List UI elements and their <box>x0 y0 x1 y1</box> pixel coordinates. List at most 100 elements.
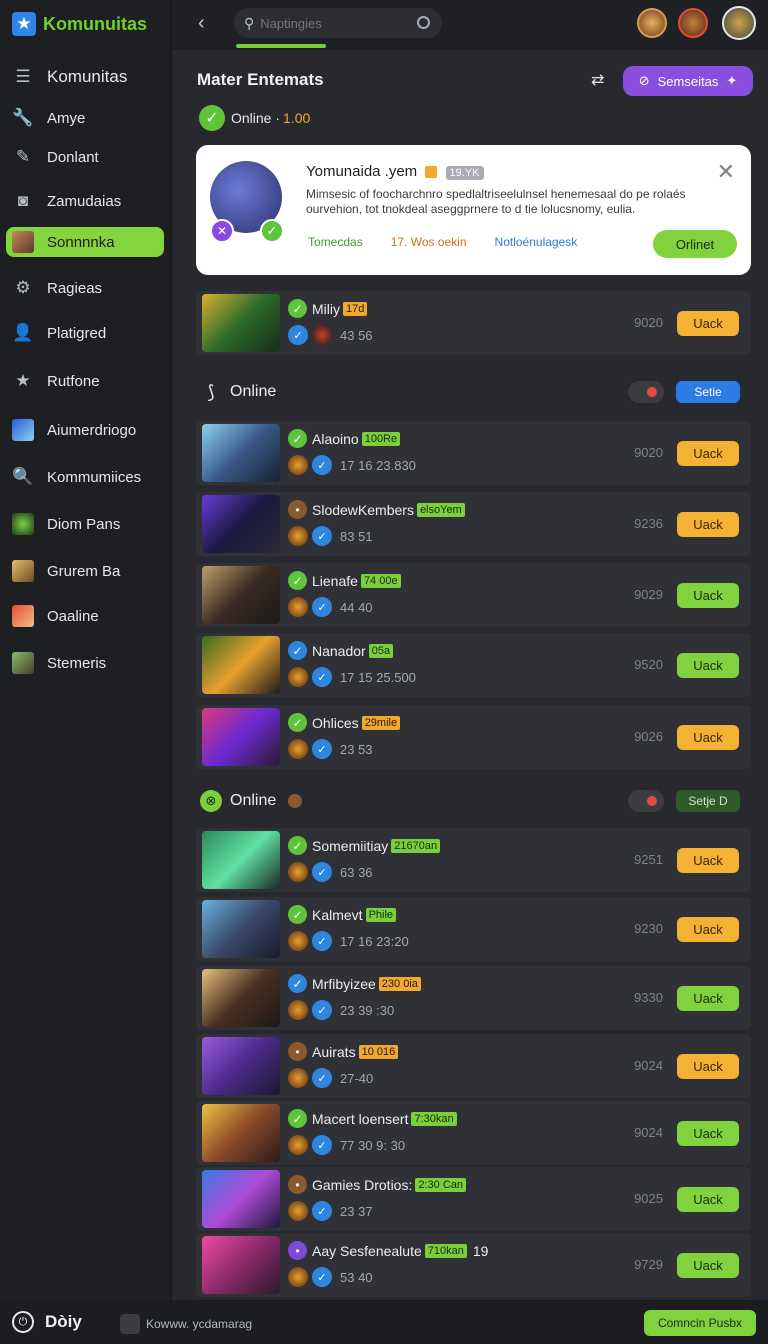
list-item[interactable]: ✓ Mrfibyizee 230 0ia ✓ 23 39 :30 9330 Uack <box>196 966 751 1030</box>
setje-button[interactable]: Setje D <box>676 790 740 812</box>
sidebar-item-komunitas[interactable]: ☰ Komunitas <box>6 62 164 92</box>
game-thumbnail <box>202 1170 280 1228</box>
semseitas-button[interactable]: ⊘ Semseitas ✦ <box>623 66 753 96</box>
edit-icon: ✎ <box>15 147 31 166</box>
item-meta-text: 77 30 9: 30 <box>340 1137 406 1153</box>
list-item[interactable]: ✓ Ohlices 29mile ✓ 23 53 9026 Uack <box>196 705 751 769</box>
verified-icon: ✓ <box>288 325 308 345</box>
list-item[interactable]: ✓ Nanador 05a ✓ 17 15 25.500 9520 Uack <box>196 633 751 697</box>
list-item[interactable]: ✓ Lienafe 74 00e ✓ 44 40 9029 Uack <box>196 563 751 627</box>
avatar-thumb-icon <box>12 231 34 253</box>
avatar-mini <box>288 526 308 546</box>
sidebar-item-platigred[interactable]: 👤 Platigred <box>6 318 164 348</box>
item-name-text: Auirats <box>312 1043 356 1060</box>
gear-icon: ⚙ <box>15 278 31 297</box>
avatar-mini <box>288 667 308 687</box>
check-icon: ✓ <box>288 299 307 318</box>
sidebar-item-zamudaias[interactable]: ◙ Zamudaias <box>6 186 164 216</box>
list-item[interactable]: • Aay Sesfenealute 710kan 19 ✓ 53 40 9729 Uack <box>196 1233 751 1297</box>
camera-icon: ◙ <box>17 191 29 210</box>
avatar-mini <box>288 1267 308 1287</box>
footer-url[interactable]: Kowww. ycdamarag <box>120 1314 252 1334</box>
sidebar-item-rutfone[interactable]: ★ Rutfone <box>6 366 164 396</box>
uack-button[interactable]: Uack <box>677 1121 739 1146</box>
section-toggle[interactable] <box>628 790 664 812</box>
item-badge: 29mile <box>361 715 401 730</box>
list-item[interactable]: ✓ Kalmevt Phile ✓ 17 16 23:20 9230 Uack <box>196 897 751 961</box>
item-badge: 17d <box>343 301 368 316</box>
status-dot-icon <box>288 794 303 808</box>
close-icon[interactable]: ✕ <box>717 159 735 185</box>
back-arrow-icon[interactable]: ‹ <box>198 12 205 35</box>
item-number: 9330 <box>634 990 663 1005</box>
uack-button[interactable]: Uack <box>677 512 739 537</box>
status-icon: ✓ <box>288 974 307 993</box>
sidebar-item-sonnnnka[interactable]: Sonnnnka <box>6 227 164 257</box>
setie-button[interactable]: Setie <box>676 381 740 403</box>
sidebar-item-ragieas[interactable]: ⚙ Ragieas <box>6 273 164 303</box>
item-meta-text: 23 53 <box>340 741 373 757</box>
user-icon: 👤 <box>12 323 34 342</box>
item-meta-text: 23 37 <box>340 1203 373 1219</box>
sidebar-item-label: Ragieas <box>47 279 103 297</box>
uack-button[interactable]: Uack <box>677 848 739 873</box>
search-input[interactable] <box>260 15 401 31</box>
uack-button[interactable]: Uack <box>677 917 739 942</box>
search-box[interactable]: ⚲ <box>234 8 442 38</box>
item-number: 9236 <box>634 516 663 531</box>
item-meta-text: 23 39 :30 <box>340 1002 395 1018</box>
item-badge: Phile <box>365 907 397 922</box>
uack-button[interactable]: Uack <box>677 1253 739 1278</box>
uack-button[interactable]: Uack <box>677 583 739 608</box>
section-header-online: ⟆ Online Setie <box>200 377 750 407</box>
uack-button[interactable]: Uack <box>677 441 739 466</box>
section-toggle[interactable] <box>628 381 664 403</box>
uack-button[interactable]: Uack <box>677 1054 739 1079</box>
sync-icon[interactable]: ⇄ <box>591 70 604 90</box>
xbox-icon: ⊗ <box>200 790 222 812</box>
profile-avatar[interactable] <box>722 6 756 40</box>
list-item[interactable]: ✓ Macert loensert 7:30kan ✓ 77 30 9: 30 9024 U… <box>196 1101 751 1165</box>
item-badge: 100Re <box>361 431 401 446</box>
power-icon[interactable]: ⏻ <box>12 1311 34 1333</box>
orlinet-button[interactable]: Orlinet <box>653 230 737 258</box>
voice-icon[interactable] <box>417 16 430 29</box>
sidebar-item-stemeris[interactable]: Stemeris <box>6 648 164 678</box>
avatar-mini <box>288 862 308 882</box>
sidebar-item-kommumiices[interactable]: 🔍 Kommumiices <box>6 462 164 492</box>
list-item[interactable]: • Gamies Drotios: 2:30 Can ✓ 23 37 9025 Uack <box>196 1167 751 1231</box>
status-icon: • <box>288 1042 307 1061</box>
sidebar-item-diom-pans[interactable]: Diom Pans <box>6 509 164 539</box>
list-item[interactable]: ✓ Miliy 17d ✓ 43 56 9020 Uack <box>196 291 751 355</box>
item-number: 9020 <box>634 445 663 460</box>
uack-button[interactable]: Uack <box>677 311 739 336</box>
steam-icon: ⟆ <box>207 381 215 402</box>
section-header-online-2: ⊗ Online Setje D <box>200 786 750 816</box>
top-bar: ‹ ⚲ <box>172 0 768 50</box>
platform-icon: ✓ <box>312 739 332 759</box>
item-name-text: Macert loensert <box>312 1110 409 1127</box>
sidebar-item-aiumerdriogo[interactable]: Aiumerdriogo <box>6 415 164 445</box>
item-name-text: Ohlices <box>312 714 359 731</box>
sidebar-item-label: Stemeris <box>47 654 107 672</box>
sidebar-item-donlant[interactable]: ✎ Donlant <box>6 142 164 172</box>
sidebar-item-grurem-ba[interactable]: Grurem Ba <box>6 556 164 586</box>
sidebar-item-oaaline[interactable]: Oaaline <box>6 601 164 631</box>
status-icon: ✓ <box>288 429 307 448</box>
item-name-text: Somemiitiay <box>312 837 389 854</box>
uack-button[interactable]: Uack <box>677 1187 739 1212</box>
user-avatar[interactable] <box>637 8 667 38</box>
footer-button[interactable]: Comncin Pusbx <box>644 1310 756 1336</box>
list-item[interactable]: ✓ Alaoino 100Re ✓ 17 16 23.830 9020 Uack <box>196 421 751 485</box>
uack-button[interactable]: Uack <box>677 986 739 1011</box>
item-number: 9026 <box>634 729 663 744</box>
list-item[interactable]: ✓ Somemiitiay 21670an ✓ 63 36 9251 Uack <box>196 828 751 892</box>
notification-avatar[interactable] <box>678 8 708 38</box>
uack-button[interactable]: Uack <box>677 653 739 678</box>
uack-button[interactable]: Uack <box>677 725 739 750</box>
list-item[interactable]: • Auirats 10 016 ✓ 27-40 9024 Uack <box>196 1034 751 1098</box>
brand[interactable]: ★ Komunuitas <box>0 0 171 48</box>
list-item[interactable]: • SlodewKembers elsoYem ✓ 83 51 9236 Uack <box>196 492 751 556</box>
game-thumbnail <box>202 495 280 553</box>
sidebar-item-amye[interactable]: 🔧 Amye <box>6 103 164 133</box>
